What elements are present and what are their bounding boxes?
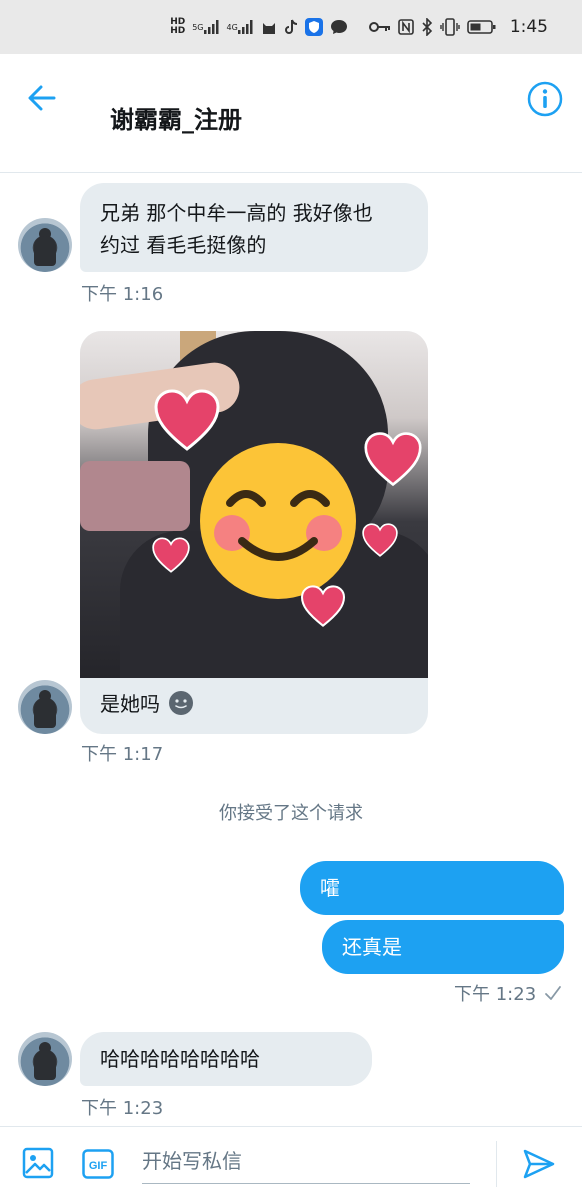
- sender-avatar[interactable]: [18, 680, 72, 734]
- smiling-face-sticker-icon: [200, 443, 356, 599]
- bluetooth-icon: [421, 18, 433, 36]
- info-button[interactable]: [526, 80, 564, 118]
- heart-sticker-icon: [300, 585, 346, 627]
- message-text: 嚯: [320, 876, 340, 900]
- outgoing-message-bubble[interactable]: 还真是: [322, 920, 564, 974]
- send-icon: [523, 1149, 555, 1179]
- gif-icon: GIF: [82, 1149, 114, 1179]
- incoming-image-message[interactable]: 是她吗: [80, 331, 428, 734]
- heart-sticker-icon: [362, 523, 398, 557]
- back-button[interactable]: [22, 80, 62, 116]
- status-time: 1:45: [509, 17, 548, 37]
- avatar-body: [34, 236, 56, 266]
- message-timestamp: 下午 1:23: [81, 1098, 164, 1119]
- sender-avatar[interactable]: [18, 218, 72, 272]
- hd-icon: HD HD: [170, 18, 185, 36]
- battery-icon: [467, 18, 497, 36]
- chat-bubble-icon: [330, 18, 348, 36]
- send-button[interactable]: [522, 1147, 556, 1181]
- shield-icon: [304, 18, 323, 36]
- incoming-message-bubble[interactable]: 哈哈哈哈哈哈哈哈: [80, 1032, 372, 1086]
- cat-app-icon: [261, 18, 277, 36]
- photo-clothes: [80, 461, 190, 531]
- status-bar: HD HD 5G 4G 1:45: [0, 0, 582, 54]
- image-icon: [22, 1147, 54, 1179]
- add-photo-button[interactable]: [22, 1147, 54, 1179]
- message-text: 还真是: [342, 935, 402, 959]
- input-underline: [142, 1183, 470, 1184]
- message-input[interactable]: [142, 1139, 470, 1183]
- hd-label-2: HD: [170, 26, 186, 36]
- incoming-message-bubble[interactable]: 兄弟 那个中牟一高的 我好像也 约过 看毛毛挺像的: [80, 183, 428, 272]
- signal-4g-icon: 4G: [227, 18, 254, 36]
- signal-4g-label: 4G: [226, 22, 238, 32]
- dm-screen: HD HD 5G 4G 1:45 谢霸霸_注册 兄弟 那个中牟一高的 我好像也 …: [0, 0, 582, 1200]
- message-text-line: 约过 看毛毛挺像的: [100, 233, 267, 257]
- vibrate-icon: [440, 18, 460, 36]
- signal-5g-label: 5G: [192, 22, 204, 32]
- check-icon: [545, 986, 562, 1000]
- request-accepted-note: 你接受了这个请求: [219, 803, 363, 824]
- caption-text: 是她吗: [100, 692, 160, 716]
- timestamp-text: 下午 1:23: [454, 984, 537, 1005]
- heart-sticker-icon: [152, 537, 190, 573]
- heart-sticker-icon: [364, 432, 422, 487]
- key-icon: [368, 18, 391, 36]
- message-timestamp: 下午 1:16: [81, 284, 164, 305]
- outgoing-message-bubble[interactable]: 嚯: [300, 861, 564, 915]
- message-timestamp: 下午 1:17: [81, 744, 164, 765]
- composer-divider: [496, 1141, 497, 1187]
- shared-photo[interactable]: [80, 331, 428, 678]
- heart-sticker-icon: [154, 389, 220, 451]
- info-icon: [527, 81, 563, 117]
- conversation-title: 谢霸霸_注册: [110, 106, 242, 134]
- tiktok-icon: [284, 18, 298, 36]
- neutral-face-emoji-icon: [169, 690, 193, 715]
- avatar-body: [34, 698, 56, 728]
- signal-5g-icon: 5G: [192, 18, 219, 36]
- sender-avatar[interactable]: [18, 1032, 72, 1086]
- conversation-header: 谢霸霸_注册: [0, 54, 582, 173]
- message-list[interactable]: 兄弟 那个中牟一高的 我好像也 约过 看毛毛挺像的 下午 1:16 是她吗 下午…: [0, 174, 582, 1126]
- avatar-body: [34, 1050, 56, 1080]
- image-caption: 是她吗: [100, 688, 194, 717]
- gif-label: GIF: [89, 1160, 108, 1172]
- message-text-line: 兄弟 那个中牟一高的 我好像也: [100, 201, 373, 225]
- message-composer: GIF: [0, 1126, 582, 1200]
- message-timestamp: 下午 1:23: [454, 980, 562, 1006]
- add-gif-button[interactable]: GIF: [82, 1149, 114, 1179]
- status-icons: HD HD 5G 4G 1:45: [170, 17, 548, 37]
- nfc-icon: [398, 18, 414, 36]
- message-text: 哈哈哈哈哈哈哈哈: [100, 1047, 260, 1071]
- back-arrow-icon: [28, 85, 56, 111]
